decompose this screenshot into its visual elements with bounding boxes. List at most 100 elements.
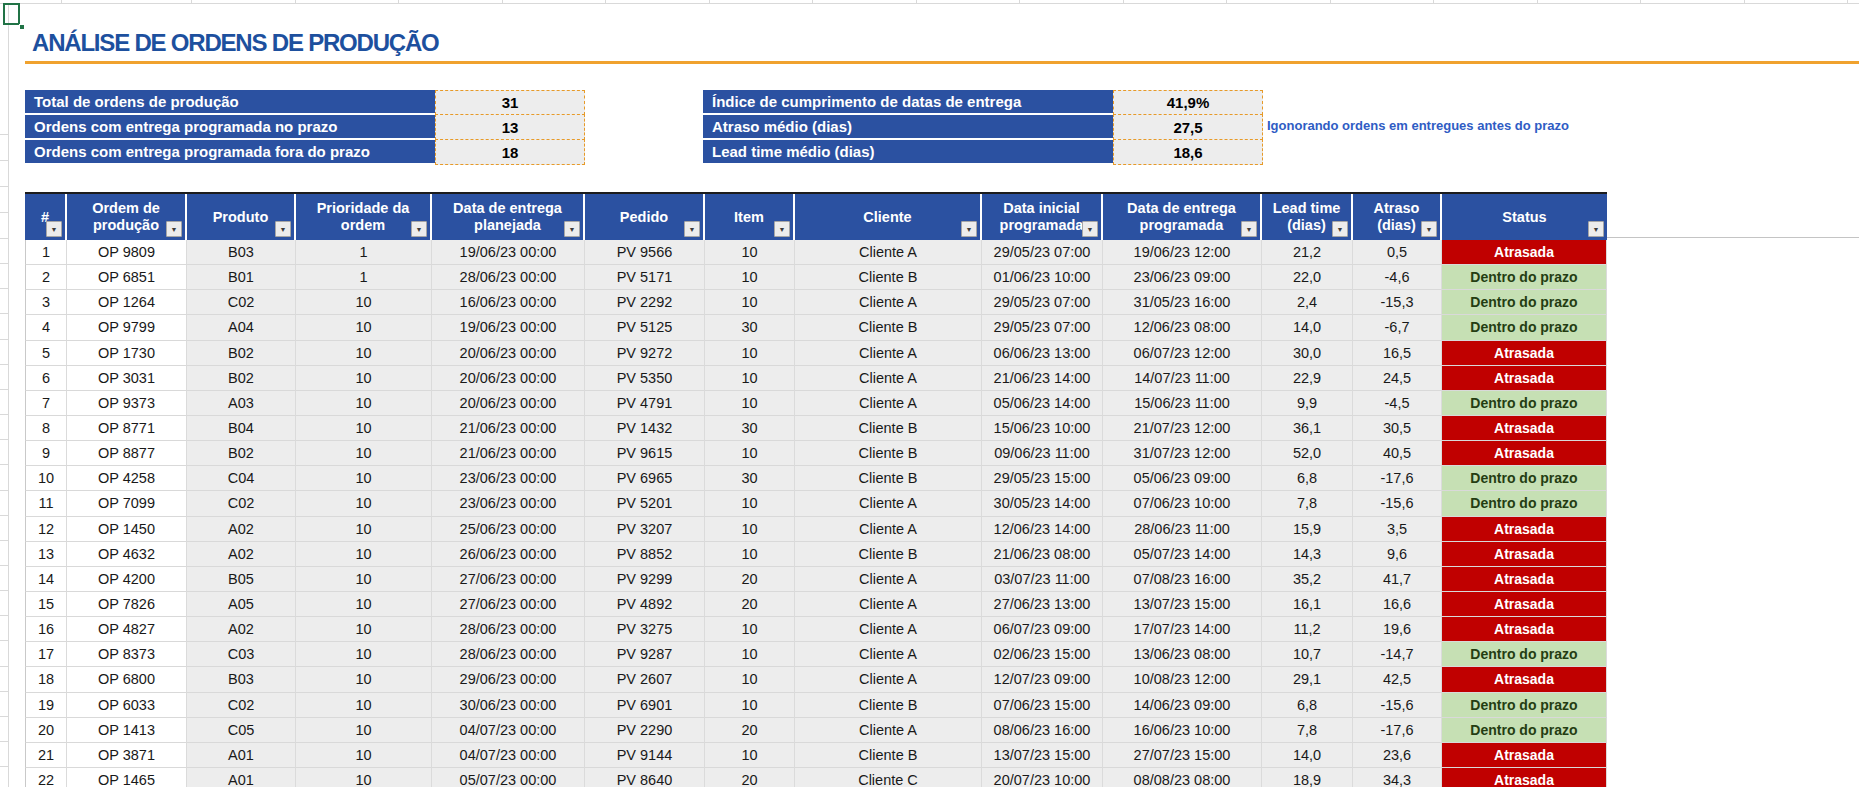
table-cell[interactable]: 11,2 bbox=[1262, 617, 1353, 642]
table-cell[interactable]: 20 bbox=[705, 592, 795, 617]
table-cell[interactable]: 28/06/23 00:00 bbox=[432, 265, 585, 290]
table-cell[interactable]: 19 bbox=[25, 693, 67, 718]
table-cell[interactable]: 10 bbox=[705, 617, 795, 642]
table-cell[interactable]: 1 bbox=[296, 240, 432, 265]
status-cell[interactable]: Atrasada bbox=[1442, 617, 1607, 642]
table-cell[interactable]: 14,0 bbox=[1262, 315, 1353, 340]
status-cell[interactable]: Dentro do prazo bbox=[1442, 693, 1607, 718]
table-cell[interactable]: 29/06/23 00:00 bbox=[432, 667, 585, 692]
status-cell[interactable]: Atrasada bbox=[1442, 768, 1607, 787]
table-cell[interactable]: 10 bbox=[705, 240, 795, 265]
table-cell[interactable]: OP 8771 bbox=[67, 416, 187, 441]
table-cell[interactable]: OP 1730 bbox=[67, 341, 187, 366]
table-cell[interactable]: 21,2 bbox=[1262, 240, 1353, 265]
table-cell[interactable]: 20 bbox=[25, 718, 67, 743]
table-cell[interactable]: 10 bbox=[296, 341, 432, 366]
table-cell[interactable]: OP 1264 bbox=[67, 290, 187, 315]
table-cell[interactable]: Cliente A bbox=[795, 567, 982, 592]
table-cell[interactable]: 6,8 bbox=[1262, 693, 1353, 718]
status-cell[interactable]: Atrasada bbox=[1442, 441, 1607, 466]
table-cell[interactable]: 29/05/23 15:00 bbox=[982, 466, 1103, 491]
table-cell[interactable]: 1 bbox=[25, 240, 67, 265]
table-cell[interactable]: 10 bbox=[705, 290, 795, 315]
table-cell[interactable]: 10 bbox=[296, 466, 432, 491]
table-cell[interactable]: 08/06/23 16:00 bbox=[982, 718, 1103, 743]
table-cell[interactable]: A02 bbox=[187, 517, 296, 542]
table-cell[interactable]: 24,5 bbox=[1353, 366, 1442, 391]
table-cell[interactable]: C02 bbox=[187, 290, 296, 315]
table-cell[interactable]: OP 4200 bbox=[67, 567, 187, 592]
table-cell[interactable]: C02 bbox=[187, 693, 296, 718]
table-cell[interactable]: PV 9144 bbox=[585, 743, 705, 768]
table-cell[interactable]: 35,2 bbox=[1262, 567, 1353, 592]
table-cell[interactable]: 13 bbox=[25, 542, 67, 567]
table-cell[interactable]: 29/05/23 07:00 bbox=[982, 315, 1103, 340]
summary-value[interactable]: 13 bbox=[435, 114, 585, 140]
table-cell[interactable]: 10 bbox=[705, 693, 795, 718]
table-cell[interactable]: 07/08/23 16:00 bbox=[1103, 567, 1262, 592]
table-cell[interactable]: 18 bbox=[25, 667, 67, 692]
table-cell[interactable]: 20/07/23 10:00 bbox=[982, 768, 1103, 787]
table-cell[interactable]: 31/07/23 12:00 bbox=[1103, 441, 1262, 466]
status-cell[interactable]: Atrasada bbox=[1442, 743, 1607, 768]
filter-dropdown-icon[interactable]: ▼ bbox=[1588, 221, 1604, 237]
table-cell[interactable]: 08/08/23 08:00 bbox=[1103, 768, 1262, 787]
table-cell[interactable]: B02 bbox=[187, 441, 296, 466]
table-cell[interactable]: 19/06/23 12:00 bbox=[1103, 240, 1262, 265]
table-cell[interactable]: PV 1432 bbox=[585, 416, 705, 441]
table-cell[interactable]: Cliente A bbox=[795, 642, 982, 667]
table-cell[interactable]: PV 4892 bbox=[585, 592, 705, 617]
table-cell[interactable]: OP 1465 bbox=[67, 768, 187, 787]
table-cell[interactable]: Cliente A bbox=[795, 240, 982, 265]
table-cell[interactable]: 10 bbox=[296, 768, 432, 787]
table-cell[interactable]: 34,3 bbox=[1353, 768, 1442, 787]
status-cell[interactable]: Dentro do prazo bbox=[1442, 265, 1607, 290]
table-cell[interactable]: 21/06/23 00:00 bbox=[432, 441, 585, 466]
table-cell[interactable]: 15 bbox=[25, 592, 67, 617]
table-cell[interactable]: 23/06/23 00:00 bbox=[432, 466, 585, 491]
table-cell[interactable]: 30/05/23 14:00 bbox=[982, 491, 1103, 516]
table-cell[interactable]: -17,6 bbox=[1353, 718, 1442, 743]
table-cell[interactable]: B04 bbox=[187, 416, 296, 441]
table-cell[interactable]: 10 bbox=[705, 517, 795, 542]
table-cell[interactable]: 16/06/23 00:00 bbox=[432, 290, 585, 315]
table-cell[interactable]: OP 9809 bbox=[67, 240, 187, 265]
table-cell[interactable]: 30/06/23 00:00 bbox=[432, 693, 585, 718]
table-cell[interactable]: 17/07/23 14:00 bbox=[1103, 617, 1262, 642]
filter-dropdown-icon[interactable]: ▼ bbox=[564, 221, 580, 237]
status-cell[interactable]: Atrasada bbox=[1442, 416, 1607, 441]
table-cell[interactable]: 23/06/23 09:00 bbox=[1103, 265, 1262, 290]
table-cell[interactable]: 27/06/23 00:00 bbox=[432, 567, 585, 592]
table-cell[interactable]: PV 6965 bbox=[585, 466, 705, 491]
table-cell[interactable]: Cliente A bbox=[795, 617, 982, 642]
filter-dropdown-icon[interactable]: ▼ bbox=[275, 221, 291, 237]
table-cell[interactable]: B02 bbox=[187, 366, 296, 391]
table-cell[interactable]: 14/07/23 11:00 bbox=[1103, 366, 1262, 391]
table-cell[interactable]: PV 9615 bbox=[585, 441, 705, 466]
table-cell[interactable]: 16/06/23 10:00 bbox=[1103, 718, 1262, 743]
table-cell[interactable]: 21/06/23 08:00 bbox=[982, 542, 1103, 567]
table-cell[interactable]: 05/07/23 00:00 bbox=[432, 768, 585, 787]
table-cell[interactable]: 28/06/23 00:00 bbox=[432, 642, 585, 667]
table-cell[interactable]: A04 bbox=[187, 315, 296, 340]
filter-dropdown-icon[interactable]: ▼ bbox=[1332, 221, 1348, 237]
table-cell[interactable]: PV 3275 bbox=[585, 617, 705, 642]
table-cell[interactable]: 20/06/23 00:00 bbox=[432, 391, 585, 416]
table-cell[interactable]: 15/06/23 11:00 bbox=[1103, 391, 1262, 416]
table-cell[interactable]: 12/07/23 09:00 bbox=[982, 667, 1103, 692]
filter-dropdown-icon[interactable]: ▼ bbox=[774, 221, 790, 237]
table-cell[interactable]: 10 bbox=[705, 366, 795, 391]
filter-dropdown-icon[interactable]: ▼ bbox=[411, 221, 427, 237]
table-cell[interactable]: 10 bbox=[296, 491, 432, 516]
status-cell[interactable]: Atrasada bbox=[1442, 341, 1607, 366]
summary-value[interactable]: 27,5 bbox=[1113, 114, 1263, 140]
table-cell[interactable]: OP 1413 bbox=[67, 718, 187, 743]
status-cell[interactable]: Dentro do prazo bbox=[1442, 290, 1607, 315]
table-cell[interactable]: 10 bbox=[296, 441, 432, 466]
filter-dropdown-icon[interactable]: ▼ bbox=[1082, 221, 1098, 237]
filter-dropdown-icon[interactable]: ▼ bbox=[46, 221, 62, 237]
table-cell[interactable]: PV 9299 bbox=[585, 567, 705, 592]
table-cell[interactable]: 03/07/23 11:00 bbox=[982, 567, 1103, 592]
summary-value[interactable]: 18 bbox=[435, 139, 585, 165]
table-cell[interactable]: Cliente B bbox=[795, 265, 982, 290]
